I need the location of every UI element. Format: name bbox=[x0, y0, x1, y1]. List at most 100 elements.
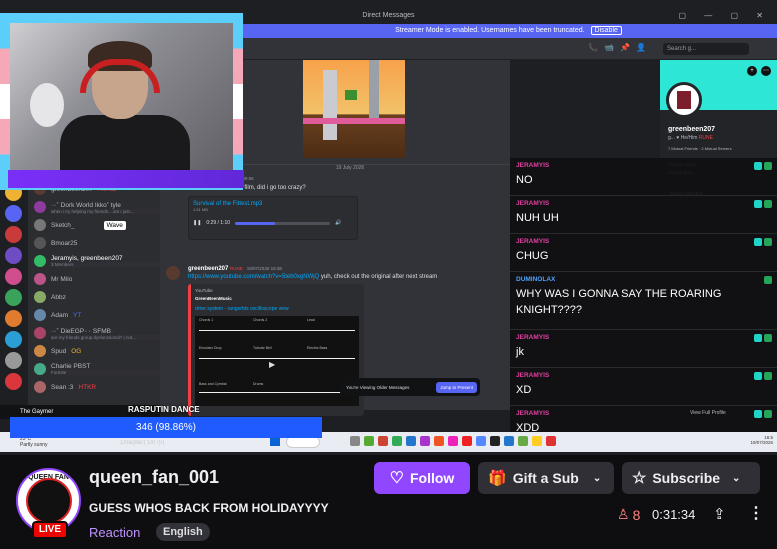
embed-channel[interactable]: GreenBeenMusic bbox=[195, 296, 360, 301]
avatar bbox=[34, 345, 46, 357]
volume-icon[interactable]: 🔊 bbox=[335, 220, 341, 226]
language-tag[interactable]: English bbox=[156, 523, 210, 541]
webcam-feed bbox=[10, 23, 233, 180]
game-screenshot-image bbox=[303, 60, 405, 158]
chat-user: JERAMYIS bbox=[516, 372, 550, 379]
channel-name[interactable]: queen_fan_001 bbox=[89, 467, 219, 488]
youtube-embed: YouTube GreenBeenMusic drive system - ra… bbox=[188, 284, 364, 416]
wave-label: Electric Bass bbox=[307, 346, 328, 350]
more-options-icon[interactable]: ⋮ bbox=[748, 503, 764, 523]
server-rail bbox=[0, 180, 28, 410]
dm-item: Mr Milo bbox=[28, 270, 160, 288]
chat-user: JERAMYIS bbox=[516, 410, 550, 417]
chat-user: JERAMYIS bbox=[516, 200, 550, 207]
older-messages-bar: You're Viewing Older Messages Jump to Pr… bbox=[340, 378, 480, 396]
older-messages-text: You're Viewing Older Messages bbox=[346, 384, 410, 390]
audio-progress[interactable] bbox=[235, 221, 331, 225]
oscilloscope-wave bbox=[199, 330, 355, 340]
gift-icon: 🎁 bbox=[488, 470, 507, 487]
dm-item: Adam YT bbox=[28, 306, 160, 324]
app-icon bbox=[364, 436, 374, 446]
chat-badge bbox=[764, 372, 772, 380]
taskbar-clock: 16:5 19/07/2026 bbox=[750, 435, 773, 445]
embed-title[interactable]: drive system - rangerbts oscilloscope vi… bbox=[195, 306, 360, 312]
profile-username: greenbeen207 bbox=[668, 126, 716, 133]
chat-text: NUH UH bbox=[516, 212, 559, 224]
youtube-link[interactable]: https://www.youtube.com/watch?v=5teb0xgN… bbox=[188, 274, 319, 280]
jump-to-present-button[interactable]: Jump to Present bbox=[436, 381, 477, 393]
dm-name: ·٠˚ DieEGP٠٠ bbox=[51, 327, 92, 335]
chat-badge bbox=[764, 410, 772, 418]
chat-overlay-message: JERAMYIS CHUG bbox=[510, 234, 777, 272]
game-platform bbox=[303, 118, 405, 124]
chat-overlay-message: JERAMYIS jk bbox=[510, 330, 777, 368]
avatar bbox=[34, 381, 46, 393]
play-icon[interactable]: ▶ bbox=[269, 360, 275, 369]
subscribe-button[interactable]: ☆ Subscribe ⌄ bbox=[622, 462, 760, 494]
follow-button[interactable]: ♡ Follow bbox=[374, 462, 470, 494]
chat-user: JERAMYIS bbox=[516, 162, 550, 169]
avatar bbox=[34, 309, 46, 321]
stream-uptime: 0:31:34 bbox=[652, 507, 696, 522]
chat-badge bbox=[754, 410, 762, 418]
server-icon bbox=[5, 226, 22, 243]
audio-progress-fill bbox=[235, 221, 275, 225]
share-icon[interactable]: ⇪ bbox=[713, 505, 726, 523]
app-icon bbox=[350, 436, 360, 446]
server-icon bbox=[5, 247, 22, 264]
dm-badge: YT bbox=[72, 311, 82, 319]
avatar bbox=[34, 291, 46, 303]
message-text: https://www.youtube.com/watch?v=5teb0xgN… bbox=[188, 274, 508, 280]
server-icon bbox=[5, 268, 22, 285]
chevron-down-icon: ⌄ bbox=[592, 472, 602, 484]
game-sprite bbox=[345, 90, 357, 100]
message-meta: greenbeen207 RUNE 19/07/2026 16:38 bbox=[188, 266, 508, 272]
audio-time: 0:29 / 1:10 bbox=[206, 220, 231, 226]
dm-badge: tyle bbox=[110, 201, 121, 209]
stream-category-link[interactable]: Reaction bbox=[89, 525, 140, 540]
follow-label: Follow bbox=[410, 470, 455, 486]
channel-info-bar: QUEEN FAN LIVE queen_fan_001 GUESS WHOS … bbox=[0, 455, 777, 549]
weather-desc: Partly sunny bbox=[20, 442, 48, 448]
stream-video[interactable]: Direct Messages ▢ — ▢ ✕ Streamer Mode is… bbox=[0, 0, 777, 455]
dm-badge: SFMB bbox=[92, 327, 111, 335]
dm-name: Charlie bbox=[51, 363, 72, 370]
embed-video[interactable]: Chords 1 Chords 2 Lead Emulator Drop Tub… bbox=[195, 316, 359, 406]
chat-badge bbox=[754, 162, 762, 170]
avatar bbox=[34, 219, 46, 231]
audio-controls: ❚❚ 0:29 / 1:10 🔊 bbox=[193, 220, 353, 226]
dm-name: Mr Milo bbox=[51, 275, 73, 283]
dm-badge: HTKR bbox=[78, 383, 97, 391]
wave-label: Lead bbox=[307, 318, 315, 322]
more-icon[interactable]: ⋯ bbox=[761, 66, 771, 76]
dm-header: 📞📹📌👤 Search g... bbox=[160, 38, 777, 60]
app-icon bbox=[546, 436, 556, 446]
dm-name: Spud bbox=[51, 347, 67, 355]
message-author[interactable]: greenbeen207 bbox=[188, 266, 228, 272]
avatar bbox=[166, 266, 180, 280]
profile-avatar bbox=[666, 82, 702, 118]
dm-name: Bmoar25 bbox=[51, 239, 78, 247]
wave-label: Tubular Bell bbox=[253, 346, 272, 350]
mutual-info[interactable]: 7 Mutual Friends · 2 Mutual Servers bbox=[668, 146, 732, 151]
message-text-tail: yuh, check out the original after next s… bbox=[319, 274, 438, 280]
chat-badge bbox=[754, 200, 762, 208]
pause-icon[interactable]: ❚❚ bbox=[193, 220, 201, 226]
dm-badge: Wave bbox=[103, 220, 126, 230]
server-icon bbox=[5, 310, 22, 327]
dm-item: Sketch_ Wave bbox=[28, 216, 160, 234]
dm-item: ·٠˚ Dork World Ikko˚ tyle when i try help… bbox=[28, 198, 189, 216]
star-icon: ☆ bbox=[632, 470, 647, 487]
window-controls: ▢ — ▢ ✕ bbox=[678, 11, 771, 20]
gift-sub-button[interactable]: 🎁 Gift a Sub ⌄ bbox=[478, 462, 614, 494]
app-icon bbox=[406, 436, 416, 446]
person-icon: ♙ bbox=[617, 506, 630, 522]
wave-label: Drums bbox=[253, 382, 264, 386]
profile-pronouns: g... ♥ He/Him RUNE bbox=[668, 135, 713, 141]
view-full-profile: View Full Profile bbox=[690, 410, 726, 416]
add-friend-icon[interactable]: + bbox=[747, 66, 757, 76]
wave-label: Bass and Cymbal bbox=[199, 382, 227, 386]
app-icon bbox=[532, 436, 542, 446]
chevron-down-icon: ⌄ bbox=[732, 472, 741, 484]
avatar bbox=[34, 363, 46, 375]
